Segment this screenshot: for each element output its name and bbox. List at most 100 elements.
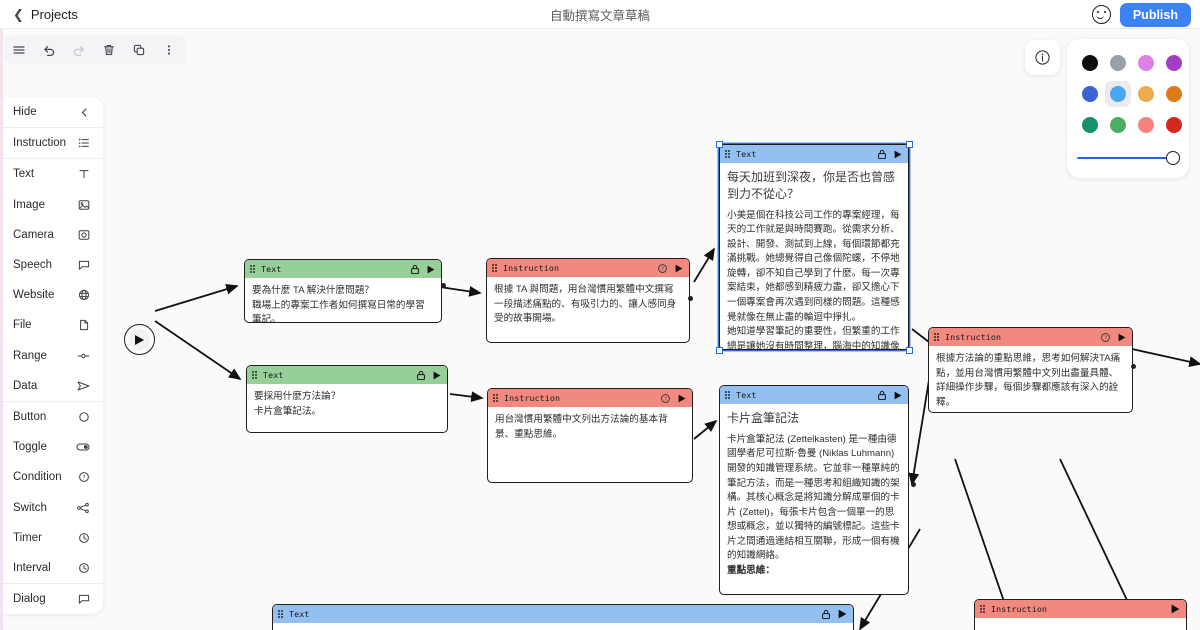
sidebar-item-data[interactable]: Data: [0, 371, 103, 401]
sidebar-item-toggle[interactable]: Toggle: [0, 432, 103, 462]
drag-grip-icon[interactable]: [934, 332, 940, 342]
node-header[interactable]: Instruction ?: [929, 328, 1132, 346]
color-swatch-salmon[interactable]: [1133, 112, 1159, 138]
more-vertical-icon[interactable]: [154, 35, 184, 64]
drag-grip-icon[interactable]: [250, 264, 256, 274]
color-swatch-blue[interactable]: [1077, 81, 1103, 107]
resize-handle-ne[interactable]: [906, 141, 913, 148]
node-text-article[interactable]: Text 每天加班到深夜，你是否也曾感到力不從心？ 小美是個在科技公司工作的專案…: [719, 144, 909, 350]
sidebar-item-label: File: [13, 319, 32, 332]
color-swatch-red[interactable]: [1161, 112, 1187, 138]
node-instruction-2[interactable]: Instruction ? 用台灣慣用繁體中文列出方法論的基本背景、重點思維。: [487, 388, 693, 483]
drag-grip-icon[interactable]: [252, 370, 258, 380]
sidebar-item-range[interactable]: Range: [0, 341, 103, 371]
question-circle-icon[interactable]: ?: [661, 393, 670, 403]
sidebar-item-interval[interactable]: Interval: [0, 553, 103, 583]
slider-knob[interactable]: [1166, 151, 1180, 165]
sidebar-item-button[interactable]: Button: [0, 402, 103, 432]
node-header[interactable]: Instruction: [975, 600, 1186, 618]
drag-grip-icon[interactable]: [278, 609, 284, 619]
resize-handle-sw[interactable]: [716, 347, 723, 354]
menu-icon[interactable]: [4, 35, 34, 64]
lock-icon[interactable]: [822, 609, 830, 619]
output-port[interactable]: [1131, 364, 1136, 369]
drag-grip-icon[interactable]: [725, 390, 731, 400]
play-icon[interactable]: [427, 265, 435, 274]
flow-canvas[interactable]: Text 要為什麼 TA 解決什麼問題？ 職場上的專案工作者如何撰寫日常的學習筆…: [0, 29, 1200, 630]
node-text-bottom[interactable]: Text: [272, 604, 854, 630]
color-swatch-light-blue[interactable]: [1105, 81, 1131, 107]
drag-grip-icon[interactable]: [980, 604, 986, 614]
node-instruction-1[interactable]: Instruction ? 根據 TA 與問題，用台灣慣用繁體中文撰寫一段描述痛…: [486, 258, 690, 343]
node-text-1[interactable]: Text 要為什麼 TA 解決什麼問題？ 職場上的專案工作者如何撰寫日常的學習筆…: [244, 259, 442, 323]
redo-icon[interactable]: [64, 35, 94, 64]
color-swatch-pink-violet[interactable]: [1133, 50, 1159, 76]
sidebar-item-hide[interactable]: Hide: [0, 97, 103, 127]
sidebar-item-dialog[interactable]: Dialog: [0, 584, 103, 614]
color-swatch-purple[interactable]: [1161, 50, 1187, 76]
drag-grip-icon[interactable]: [493, 393, 499, 403]
play-icon[interactable]: [678, 394, 686, 403]
sidebar-item-website[interactable]: Website: [0, 280, 103, 310]
info-circle-icon[interactable]: [1025, 40, 1060, 75]
color-swatch-black[interactable]: [1077, 50, 1103, 76]
node-header[interactable]: Text: [720, 386, 908, 404]
node-header[interactable]: Text: [720, 145, 908, 163]
sidebar-item-camera[interactable]: Camera: [0, 220, 103, 250]
node-header[interactable]: Instruction ?: [487, 259, 689, 277]
color-swatch-green[interactable]: [1105, 112, 1131, 138]
sidebar-item-speech[interactable]: Speech: [0, 250, 103, 280]
play-icon[interactable]: [1171, 604, 1180, 614]
play-icon[interactable]: [433, 371, 441, 380]
play-icon[interactable]: [675, 264, 683, 273]
node-type-label: Text: [261, 264, 282, 274]
stroke-width-slider[interactable]: [1077, 151, 1180, 165]
resize-handle-se[interactable]: [906, 347, 913, 354]
start-node[interactable]: [124, 324, 155, 355]
output-port[interactable]: [441, 283, 446, 288]
play-icon[interactable]: [894, 150, 902, 159]
drag-grip-icon[interactable]: [725, 149, 731, 159]
node-text-zettelkasten[interactable]: Text 卡片盒筆記法 卡片盒筆記法 (Zettelkasten) 是一種由德國…: [719, 385, 909, 595]
toggle-icon: [76, 441, 90, 453]
node-instruction-3[interactable]: Instruction ? 根據方法論的重點思維，思考如何解決TA痛點，並用台灣…: [928, 327, 1133, 413]
node-instruction-bottom[interactable]: Instruction: [974, 599, 1187, 630]
color-swatch-amber[interactable]: [1133, 81, 1159, 107]
trash-icon[interactable]: [94, 35, 124, 64]
question-circle-icon[interactable]: ?: [658, 263, 667, 273]
play-icon[interactable]: [894, 391, 902, 400]
undo-icon[interactable]: [34, 35, 64, 64]
resize-handle-nw[interactable]: [716, 141, 723, 148]
sidebar-item-text[interactable]: Text: [0, 159, 103, 189]
node-header[interactable]: Text: [247, 366, 447, 384]
lock-icon[interactable]: [878, 390, 886, 400]
question-circle-icon[interactable]: ?: [1101, 332, 1110, 342]
node-header[interactable]: Text: [245, 260, 441, 278]
copy-icon[interactable]: [124, 35, 154, 64]
sidebar-item-condition[interactable]: Condition ?: [0, 462, 103, 492]
sidebar-item-switch[interactable]: Switch: [0, 492, 103, 522]
play-icon[interactable]: [838, 609, 847, 619]
sidebar-item-instruction[interactable]: Instruction: [0, 128, 103, 158]
lock-icon[interactable]: [417, 370, 425, 380]
node-text-2[interactable]: Text 要採用什麼方法論？ 卡片盒筆記法。: [246, 365, 448, 433]
drag-grip-icon[interactable]: [492, 263, 498, 273]
file-icon: [78, 319, 90, 331]
node-header[interactable]: Text: [273, 605, 853, 623]
lock-icon[interactable]: [878, 149, 886, 159]
sidebar-item-timer[interactable]: Timer: [0, 523, 103, 553]
color-swatch-teal-green[interactable]: [1077, 112, 1103, 138]
color-swatch-orange[interactable]: [1161, 81, 1187, 107]
sidebar-item-image[interactable]: Image: [0, 190, 103, 220]
back-to-projects-link[interactable]: ❮ Projects: [13, 7, 78, 22]
color-swatch-gray[interactable]: [1105, 50, 1131, 76]
lock-icon[interactable]: [411, 264, 419, 274]
output-port[interactable]: [688, 296, 693, 301]
play-icon[interactable]: [1118, 333, 1126, 342]
sidebar-item-file[interactable]: File: [0, 310, 103, 340]
node-header-actions: ?: [1101, 332, 1126, 342]
node-header[interactable]: Instruction ?: [488, 389, 692, 407]
publish-button[interactable]: Publish: [1119, 2, 1191, 27]
smiley-face-icon[interactable]: [1091, 5, 1111, 24]
output-port[interactable]: [911, 482, 916, 487]
